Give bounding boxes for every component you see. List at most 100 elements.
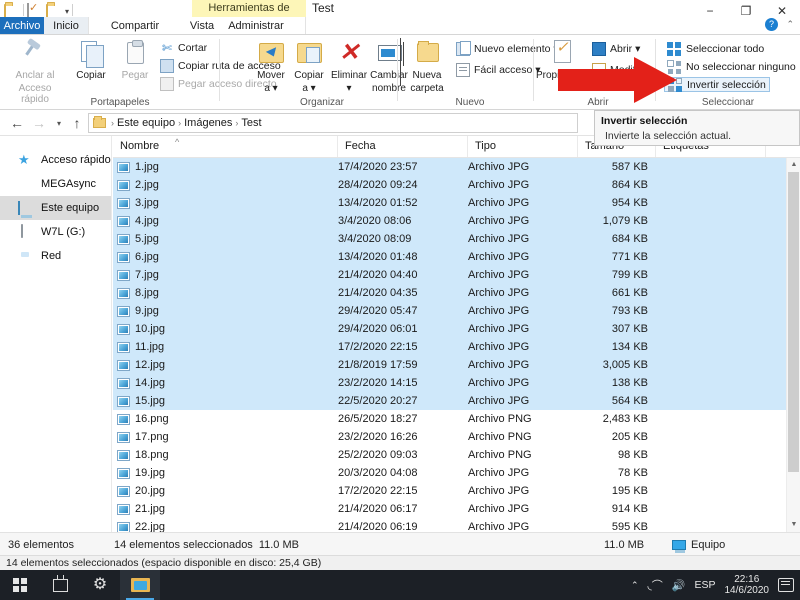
file-explorer-icon (130, 578, 150, 592)
table-row[interactable]: 20.jpg 17/2/2020 22:15 Archivo JPG 195 KB (113, 482, 800, 500)
scroll-down-icon[interactable]: ▼ (787, 518, 800, 532)
taskbar-file-explorer[interactable] (120, 570, 160, 600)
sidebar-item-red[interactable]: Red (0, 244, 111, 268)
table-row[interactable]: 10.jpg 29/4/2020 06:01 Archivo JPG 307 KB (113, 320, 800, 338)
folder-icon[interactable] (4, 2, 20, 18)
table-row[interactable]: 22.jpg 21/4/2020 06:19 Archivo JPG 595 KB (113, 518, 800, 532)
folder-icon-2[interactable] (46, 2, 62, 18)
file-type-cell: Archivo JPG (468, 377, 530, 389)
table-row[interactable]: 14.jpg 23/2/2020 14:15 Archivo JPG 138 KB (113, 374, 800, 392)
table-row[interactable]: 18.png 25/2/2020 09:03 Archivo PNG 98 KB (113, 446, 800, 464)
properties-button[interactable]: Propiedades ▾ (536, 38, 592, 94)
forward-button[interactable]: → (30, 115, 48, 133)
vertical-scrollbar[interactable]: ▲ ▼ (786, 158, 800, 532)
file-name-cell: 21.jpg (113, 503, 338, 515)
drive-icon (18, 224, 34, 240)
scroll-up-icon[interactable]: ▲ (787, 158, 800, 172)
file-name-label: 12.jpg (135, 359, 165, 371)
language-indicator[interactable]: ESP (694, 579, 715, 591)
gear-icon: ⚙ (92, 576, 108, 593)
pin-to-quick-access-button[interactable]: Anclar al Acceso rápido (6, 38, 64, 105)
chevron-up-icon[interactable]: ⌃ (631, 580, 639, 591)
tab-vista[interactable]: Vista (182, 17, 222, 35)
select-all-button[interactable]: Seleccionar todo (664, 41, 767, 56)
table-row[interactable]: 12.jpg 21/8/2019 17:59 Archivo JPG 3,005 KB (113, 356, 800, 374)
invert-selection-button[interactable]: Invertir selección (664, 77, 770, 92)
scrollbar-thumb[interactable] (788, 172, 799, 472)
tooltip-title: Invertir selección (601, 115, 688, 127)
help-icon[interactable]: ? (765, 18, 778, 31)
image-file-icon (117, 485, 130, 497)
up-button[interactable]: ↑ (68, 115, 86, 133)
table-row[interactable]: 7.jpg 21/4/2020 04:40 Archivo JPG 799 KB (113, 266, 800, 284)
invert-selection-icon (668, 77, 682, 92)
chevron-down-icon[interactable]: ▾ (65, 7, 69, 16)
sidebar-item-w7l-drive[interactable]: W7L (G:) (0, 220, 111, 244)
tab-compartir[interactable]: Compartir (104, 17, 166, 35)
wifi-icon[interactable]: ◟⌒ (648, 577, 663, 593)
recent-locations-button[interactable]: ▾ (50, 115, 68, 133)
table-row[interactable]: 8.jpg 21/4/2020 04:35 Archivo JPG 661 KB (113, 284, 800, 302)
breadcrumb-item-2[interactable]: Test (241, 117, 261, 129)
breadcrumb-separator: › (235, 118, 239, 128)
properties-icon (546, 38, 576, 68)
table-row[interactable]: 19.jpg 20/3/2020 04:08 Archivo JPG 78 KB (113, 464, 800, 482)
tab-archivo[interactable]: Archivo (0, 17, 44, 35)
notifications-icon[interactable] (778, 578, 794, 592)
open-button[interactable]: Abrir ▾ (592, 42, 640, 56)
sidebar-item-acceso-rapido[interactable]: ★ Acceso rápido (0, 148, 111, 172)
edit-button[interactable]: Modificar (592, 63, 653, 77)
table-row[interactable]: 6.jpg 13/4/2020 01:48 Archivo JPG 771 KB (113, 248, 800, 266)
checkmark-icon[interactable] (27, 2, 43, 18)
column-header-fecha[interactable]: Fecha (338, 136, 468, 157)
status-selection-size: 11.0 MB (258, 538, 299, 551)
back-button[interactable]: ← (8, 115, 26, 133)
table-row[interactable]: 16.png 26/5/2020 18:27 Archivo PNG 2,483 KB (113, 410, 800, 428)
clock[interactable]: 22:16 14/6/2020 (725, 574, 770, 596)
table-row[interactable]: 11.jpg 17/2/2020 22:15 Archivo JPG 134 KB (113, 338, 800, 356)
copy-button[interactable]: Copiar (68, 38, 114, 81)
table-row[interactable]: 4.jpg 3/4/2020 08:06 Archivo JPG 1,079 KB (113, 212, 800, 230)
file-name-cell: 16.png (113, 413, 338, 425)
image-file-icon (117, 449, 130, 461)
breadcrumb-item-0[interactable]: Este equipo (117, 117, 175, 129)
table-row[interactable]: 2.jpg 28/4/2020 09:24 Archivo JPG 864 KB (113, 176, 800, 194)
sidebar-item-este-equipo[interactable]: Este equipo (0, 196, 111, 220)
column-header-tipo[interactable]: Tipo (468, 136, 578, 157)
file-size-cell: 587 KB (611, 161, 648, 173)
table-row[interactable]: 9.jpg 29/4/2020 05:47 Archivo JPG 793 KB (113, 302, 800, 320)
table-row[interactable]: 15.jpg 22/5/2020 20:27 Archivo JPG 564 KB (113, 392, 800, 410)
file-size-cell: 1,079 KB (602, 215, 648, 227)
column-header-nombre[interactable]: Nombre ^ (113, 136, 338, 157)
task-view-button[interactable] (40, 570, 80, 600)
settings-button[interactable]: ⚙ (80, 570, 120, 600)
file-size-cell: 3,005 KB (602, 359, 648, 371)
file-date-cell: 21/4/2020 06:17 (338, 503, 418, 515)
table-row[interactable]: 3.jpg 13/4/2020 01:52 Archivo JPG 954 KB (113, 194, 800, 212)
tab-inicio[interactable]: Inicio (44, 17, 88, 35)
speaker-icon[interactable]: 🔊 (672, 579, 686, 592)
easy-access-button[interactable]: Fácil acceso ▾ (456, 63, 541, 77)
table-row[interactable]: 21.jpg 21/4/2020 06:17 Archivo JPG 914 KB (113, 500, 800, 518)
table-row[interactable]: 17.png 23/2/2020 16:26 Archivo PNG 205 KB (113, 428, 800, 446)
file-name-label: 2.jpg (135, 179, 159, 191)
tab-administrar[interactable]: Administrar (222, 17, 290, 35)
start-button[interactable] (0, 570, 40, 600)
cut-button[interactable]: ✄ Cortar (160, 41, 207, 55)
file-date-cell: 23/2/2020 16:26 (338, 431, 418, 443)
table-row[interactable]: 1.jpg 17/4/2020 23:57 Archivo JPG 587 KB (113, 158, 800, 176)
sidebar-item-megasync[interactable]: MEGAsync (0, 172, 111, 196)
file-explorer-window: ▾ Herramientas de imagen Test − ❐ ✕ Arch… (0, 0, 800, 600)
new-folder-button[interactable]: Nueva carpeta (404, 38, 450, 94)
chevron-up-icon[interactable]: ⌃ (786, 19, 794, 30)
select-none-button[interactable]: No seleccionar ninguno (664, 59, 799, 74)
group-title-open: Abrir (587, 97, 609, 108)
image-file-icon (117, 179, 130, 191)
breadcrumb-item-1[interactable]: Imágenes (184, 117, 232, 129)
table-row[interactable]: 5.jpg 3/4/2020 08:09 Archivo JPG 684 KB (113, 230, 800, 248)
paste-button[interactable]: Pegar (112, 38, 158, 81)
file-type-cell: Archivo JPG (468, 323, 530, 335)
breadcrumb[interactable]: › Este equipo › Imágenes › Test (88, 113, 578, 133)
open-icon (592, 42, 606, 56)
file-date-cell: 26/5/2020 18:27 (338, 413, 418, 425)
